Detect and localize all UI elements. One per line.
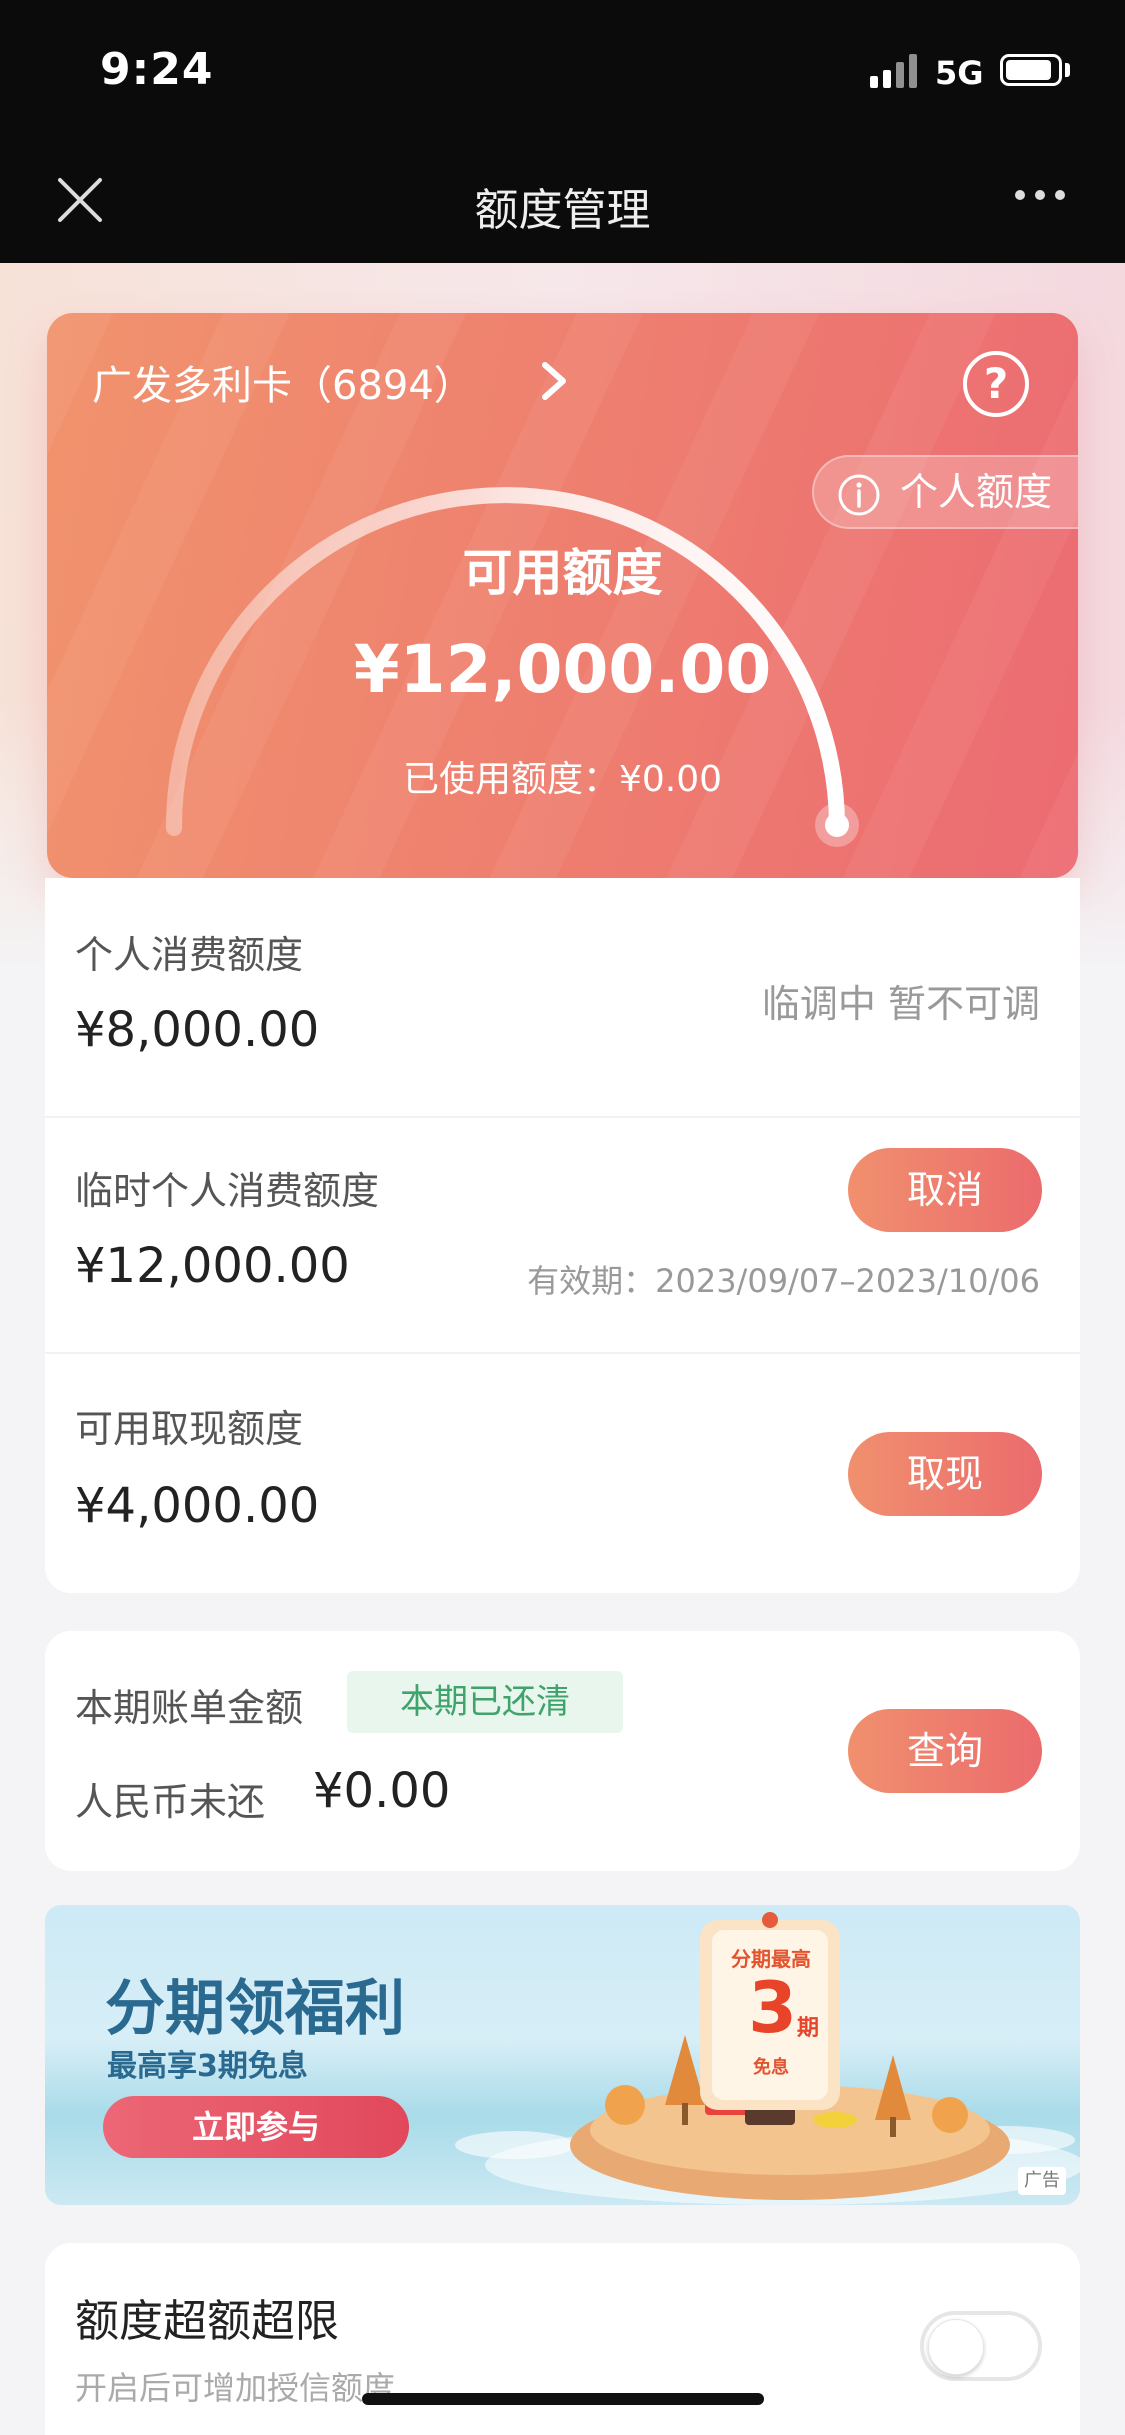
over-limit-panel: 额度超额超限 开启后可增加授信额度	[45, 2243, 1080, 2435]
status-time: 9:24	[100, 44, 214, 95]
cash-withdraw-button[interactable]: 取现	[848, 1432, 1042, 1516]
cancel-button[interactable]: 取消	[848, 1148, 1042, 1232]
cash-limit-row: 可用取现额度 ¥4,000.00 取现	[45, 1354, 1080, 1593]
query-button[interactable]: 查询	[848, 1709, 1042, 1793]
banner-badge-number: 3	[748, 1967, 797, 2049]
banner-title: 分期领福利	[105, 1974, 405, 2044]
banner-badge-unit: 期	[797, 2016, 820, 2041]
join-now-button[interactable]: 立即参与	[103, 2096, 409, 2158]
installment-banner[interactable]: 分期最高 3 期 免息 分期领福利 最高享3期免息 立即参与 广告	[45, 1905, 1080, 2205]
network-type: 5G	[935, 54, 984, 92]
bill-status-badge: 本期已还清	[347, 1671, 623, 1733]
cash-limit-label: 可用取现额度	[75, 1407, 304, 1451]
bill-amount: ¥0.00	[313, 1763, 451, 1819]
info-icon	[838, 474, 880, 516]
personal-limit-row: 个人消费额度 ¥8,000.00 临调中 暂不可调	[45, 878, 1080, 1118]
cash-limit-amount: ¥4,000.00	[75, 1478, 320, 1534]
limits-panel: 个人消费额度 ¥8,000.00 临调中 暂不可调 临时个人消费额度 ¥12,0…	[45, 878, 1080, 1593]
ad-badge: 广告	[1018, 2167, 1066, 2195]
over-limit-subtitle: 开启后可增加授信额度	[75, 2369, 396, 2407]
bill-currency-label: 人民币未还	[75, 1780, 266, 1824]
credit-card-panel: 广发多利卡（6894） ? 个人额度 可用额度 ¥12,000.00 已使用额度…	[47, 313, 1078, 878]
nav-bar: 额度管理	[0, 140, 1125, 263]
signal-icon	[870, 54, 920, 88]
battery-icon	[1000, 54, 1062, 86]
bill-panel: 本期账单金额 本期已还清 人民币未还 ¥0.00 查询	[45, 1631, 1080, 1871]
banner-badge-bottom: 免息	[753, 2057, 789, 2078]
available-amount: ¥12,000.00	[353, 631, 772, 708]
temporary-limit-amount: ¥12,000.00	[75, 1238, 350, 1294]
temporary-limit-validity: 有效期：2023/09/07–2023/10/06	[527, 1262, 1040, 1300]
more-icon[interactable]	[1015, 190, 1075, 210]
home-indicator	[362, 2393, 764, 2405]
temporary-limit-row: 临时个人消费额度 ¥12,000.00 取消 有效期：2023/09/07–20…	[45, 1118, 1080, 1354]
chevron-right-icon[interactable]	[537, 359, 573, 403]
available-label: 可用额度	[462, 544, 663, 602]
personal-limit-label: 个人消费额度	[75, 933, 304, 977]
page-title: 额度管理	[474, 185, 651, 236]
used-amount: 已使用额度：¥0.00	[402, 759, 723, 800]
over-limit-toggle[interactable]	[920, 2311, 1042, 2381]
personal-limit-status: 临调中 暂不可调	[761, 982, 1040, 1026]
personal-limit-amount: ¥8,000.00	[75, 1002, 320, 1058]
temporary-limit-label: 临时个人消费额度	[75, 1169, 380, 1213]
card-name[interactable]: 广发多利卡（6894）	[92, 353, 474, 411]
help-icon[interactable]: ?	[963, 351, 1029, 417]
banner-subtitle: 最高享3期免息	[107, 2049, 308, 2084]
battery-tip	[1065, 63, 1070, 77]
status-bar: 9:24 5G	[0, 0, 1125, 140]
bill-label: 本期账单金额	[75, 1686, 304, 1730]
over-limit-title: 额度超额超限	[75, 2296, 339, 2347]
